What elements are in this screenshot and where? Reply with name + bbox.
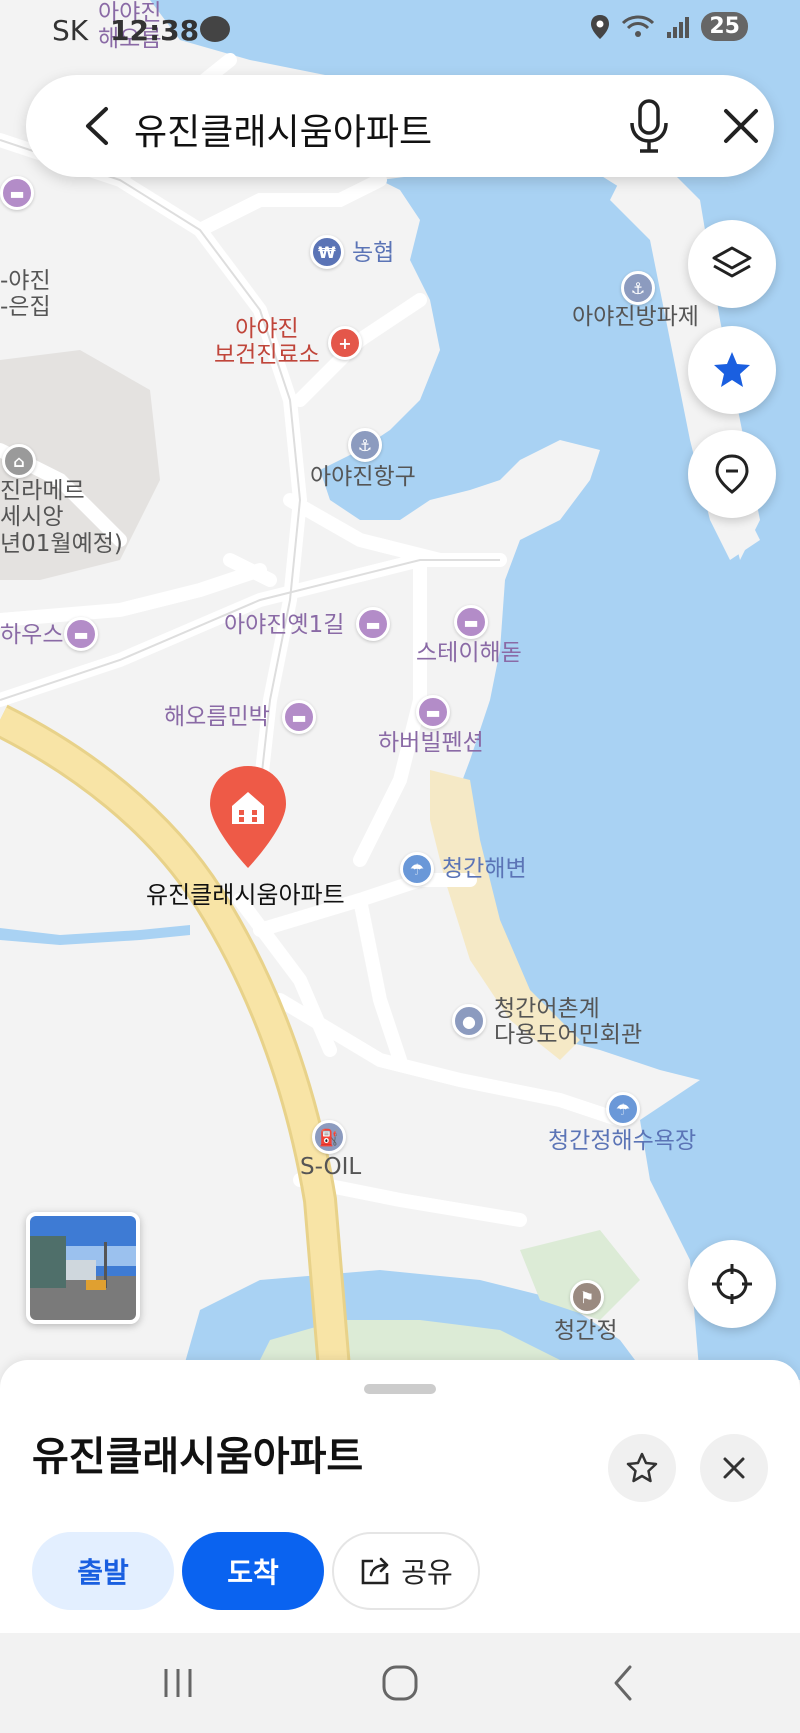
map-label-nonghyup[interactable]: 농협: [352, 240, 394, 266]
map-view[interactable]: ₩ + ⚓ ⚓ ⌂ ▬ ▬ ▬ ▬ ▬ ▬ ☂ ● ⛽ ☂ ⚑ 아야진 해오름 농…: [0, 0, 800, 1380]
lodging-icon[interactable]: ▬: [416, 695, 450, 729]
location-pin-icon[interactable]: [206, 762, 290, 872]
place-icon[interactable]: ●: [452, 1004, 486, 1038]
status-bar: SK 12:38 25: [0, 0, 800, 60]
wifi-icon: [622, 15, 655, 37]
clear-search-icon[interactable]: [716, 101, 766, 151]
back-icon[interactable]: [602, 1661, 646, 1705]
place-title: 유진클래시움아파트: [32, 1434, 364, 1480]
map-label-port[interactable]: 아야진항구: [310, 464, 416, 490]
star-outline-icon: [626, 1452, 658, 1483]
signal-icon: [667, 16, 690, 38]
my-location-button[interactable]: [688, 1240, 776, 1328]
port-icon[interactable]: ⚓: [621, 271, 655, 305]
location-icon: [591, 14, 610, 39]
map-label[interactable]: 해오름민박: [164, 704, 270, 730]
lodging-icon[interactable]: ▬: [454, 605, 488, 639]
close-icon: [723, 1457, 745, 1479]
port-icon[interactable]: ⚓: [348, 428, 382, 462]
map-label-health-center[interactable]: 아야진 보건진료소: [214, 316, 320, 369]
map-label[interactable]: 하버빌펜션: [378, 730, 484, 756]
lodging-icon[interactable]: ▬: [0, 176, 34, 210]
lodging-icon[interactable]: ▬: [356, 607, 390, 641]
landmark-icon[interactable]: ⚑: [570, 1280, 604, 1314]
system-navigation-bar: [0, 1633, 800, 1733]
battery-indicator: 25: [701, 12, 748, 41]
map-label[interactable]: 스테이해돋: [416, 640, 522, 666]
arrive-button[interactable]: 도착: [182, 1532, 324, 1610]
share-icon: [361, 1557, 389, 1585]
map-base-layer: [0, 0, 800, 1380]
search-bar[interactable]: 유진클래시움아파트: [26, 75, 774, 177]
carrier-label: SK: [52, 14, 89, 47]
search-query[interactable]: 유진클래시움아파트: [134, 103, 432, 155]
lodging-icon[interactable]: ▬: [282, 700, 316, 734]
crosshair-icon: [712, 1264, 752, 1304]
home-icon[interactable]: [378, 1661, 422, 1705]
building-icon[interactable]: ⌂: [2, 444, 36, 478]
sheet-drag-handle[interactable]: [364, 1384, 436, 1394]
save-favorite-button[interactable]: [608, 1434, 676, 1502]
map-pin-icon: [715, 454, 749, 494]
share-button[interactable]: 공유: [332, 1532, 480, 1610]
beach-icon[interactable]: ☂: [400, 852, 434, 886]
gas-station-icon[interactable]: ⛽: [312, 1120, 346, 1154]
map-label-beach[interactable]: 청간정해수욕장: [548, 1128, 696, 1154]
place-marker-button[interactable]: [688, 430, 776, 518]
star-icon: [714, 352, 750, 387]
map-label-beach[interactable]: 청간해변: [442, 856, 527, 882]
map-label[interactable]: -야진 -은집: [0, 268, 51, 321]
share-label: 공유: [401, 1556, 453, 1589]
layers-button[interactable]: [688, 220, 776, 308]
map-label-fishing[interactable]: 청간어촌계 다용도어민회관: [494, 996, 642, 1049]
hospital-icon[interactable]: +: [328, 326, 362, 360]
microphone-icon[interactable]: [624, 97, 674, 155]
map-label-breakwater[interactable]: 아야진방파제: [572, 304, 699, 330]
start-button[interactable]: 출발: [32, 1532, 174, 1610]
back-arrow-icon[interactable]: [76, 103, 122, 149]
close-sheet-button[interactable]: [700, 1434, 768, 1502]
message-icon: [200, 16, 230, 42]
street-view-thumbnail[interactable]: [26, 1212, 140, 1324]
recent-apps-icon[interactable]: [156, 1661, 200, 1705]
place-bottom-sheet[interactable]: 유진클래시움아파트 출발 도착 공유: [0, 1360, 800, 1633]
selected-place-label[interactable]: 유진클래시움아파트: [146, 881, 345, 910]
map-label[interactable]: 청간정: [554, 1318, 617, 1344]
lodging-icon[interactable]: ▬: [64, 617, 98, 651]
clock: 12:38: [110, 14, 200, 47]
beach-icon[interactable]: ☂: [606, 1092, 640, 1126]
favorites-button[interactable]: [688, 326, 776, 414]
map-label-gas-station[interactable]: S-OIL: [300, 1154, 361, 1180]
map-label[interactable]: 하우스: [0, 622, 63, 648]
map-label-lamere[interactable]: 진라메르 세시앙 년01월예정): [0, 478, 123, 557]
bank-icon[interactable]: ₩: [310, 235, 344, 269]
layers-icon: [712, 246, 752, 278]
map-label[interactable]: 아야진옛1길: [224, 612, 344, 638]
